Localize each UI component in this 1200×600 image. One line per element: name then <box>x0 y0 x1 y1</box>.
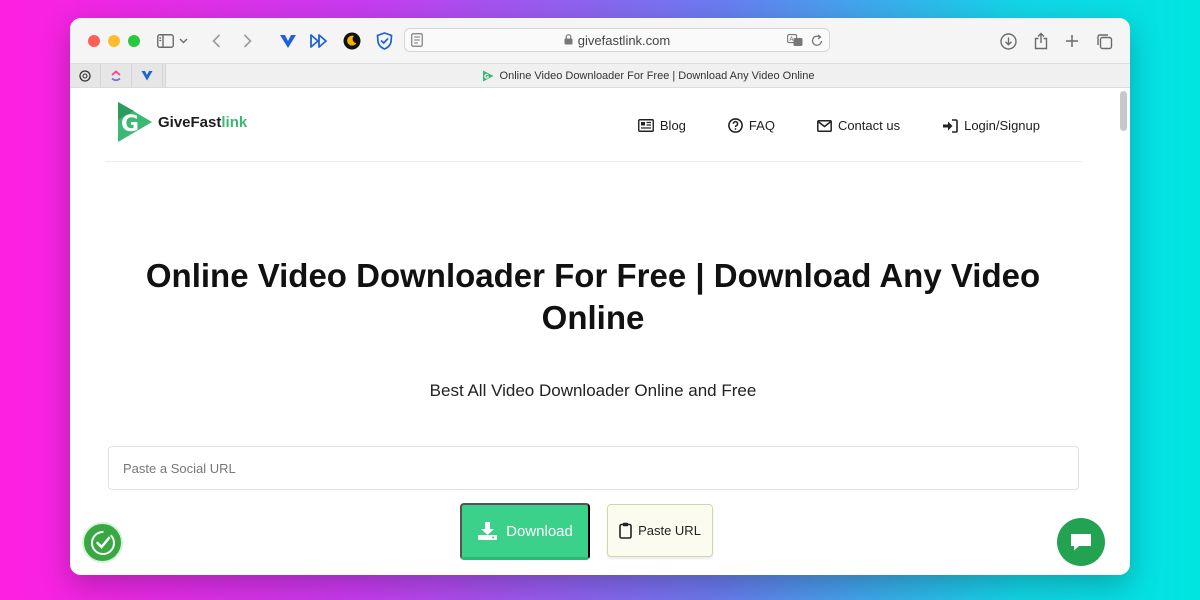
share-icon[interactable] <box>1030 30 1052 52</box>
download-icon <box>478 522 498 540</box>
zoom-window-button[interactable] <box>128 34 140 47</box>
nav-blog-label: Blog <box>659 118 686 133</box>
browser-toolbar: givefastlink.com A <box>70 18 1130 63</box>
chevron-down-icon[interactable] <box>176 30 190 52</box>
reader-icon[interactable] <box>411 33 423 50</box>
page-content: G GiveFastlink Blog FAQ Contact us Login… <box>70 88 1130 575</box>
dark-mode-extension-icon[interactable] <box>341 30 363 52</box>
shield-extension-icon[interactable] <box>373 30 395 52</box>
lock-icon <box>564 33 573 48</box>
site-favicon-icon: G <box>482 70 494 82</box>
page-subtitle: Best All Video Downloader Online and Fre… <box>429 381 757 400</box>
nav-faq[interactable]: FAQ <box>728 118 775 133</box>
logo-text-accent: link <box>221 113 248 131</box>
svg-text:G: G <box>121 112 139 137</box>
download-button-label: Download <box>506 522 573 540</box>
paste-url-button[interactable]: Paste URL <box>607 504 713 557</box>
browser-window: givefastlink.com A G Online Video Downlo… <box>70 18 1130 575</box>
paste-url-button-label: Paste URL <box>638 523 701 538</box>
reload-icon[interactable] <box>811 34 823 50</box>
pinned-tab-v[interactable] <box>132 64 163 87</box>
sidebar-icon[interactable] <box>154 30 176 52</box>
scrollbar[interactable] <box>1120 91 1127 131</box>
pinned-tab-openai[interactable] <box>70 64 101 87</box>
nav-contact[interactable]: Contact us <box>816 118 901 133</box>
logo-text: GiveFastlink <box>158 114 247 131</box>
new-tab-icon[interactable] <box>1061 30 1083 52</box>
download-button[interactable]: Download <box>460 503 590 560</box>
nav-login-signup-label: Login/Signup <box>964 118 1040 133</box>
check-badge-icon <box>90 530 115 555</box>
nav-login-signup[interactable]: Login/Signup <box>942 118 1040 133</box>
logo-text-main: GiveFast <box>158 113 222 131</box>
chat-widget-button[interactable] <box>1057 518 1105 566</box>
close-window-button[interactable] <box>88 34 100 47</box>
tab-title: Online Video Downloader For Free | Downl… <box>499 69 815 82</box>
newspaper-icon <box>637 119 654 132</box>
active-tab[interactable]: G Online Video Downloader For Free | Dow… <box>165 64 1130 87</box>
fast-forward-extension-icon[interactable] <box>308 30 330 52</box>
extension-v-icon[interactable] <box>277 30 299 52</box>
social-url-input[interactable] <box>108 446 1079 490</box>
tab-bar: G Online Video Downloader For Free | Dow… <box>70 63 1130 88</box>
extension-v-icon <box>141 71 153 81</box>
back-icon[interactable] <box>205 30 227 52</box>
sign-in-icon <box>943 118 958 133</box>
clipboard-icon <box>619 522 632 539</box>
site-logo[interactable]: G GiveFastlink <box>114 100 247 144</box>
pinned-tab-clickup[interactable] <box>101 64 132 87</box>
chat-icon <box>1071 534 1091 551</box>
accessibility-badge[interactable] <box>82 522 123 563</box>
nav-contact-label: Contact us <box>837 118 901 133</box>
forward-icon[interactable] <box>236 30 258 52</box>
minimize-window-button[interactable] <box>108 34 120 47</box>
page-title: Online Video Downloader For Free | Downl… <box>145 257 1041 336</box>
nav-blog[interactable]: Blog <box>637 118 686 133</box>
nav-faq-label: FAQ <box>748 118 775 133</box>
openai-icon <box>79 69 91 82</box>
envelope-icon <box>816 119 832 132</box>
svg-text:G: G <box>484 73 489 80</box>
url-text: givefastlink.com <box>577 32 671 48</box>
main-nav: Blog FAQ Contact us Login/Signup <box>637 118 1040 133</box>
clickup-icon <box>111 69 121 81</box>
question-circle-icon <box>728 118 743 133</box>
pinned-tabs <box>70 64 163 87</box>
address-bar[interactable]: givefastlink.com A <box>404 28 830 52</box>
translate-icon[interactable]: A <box>787 34 803 50</box>
header-divider <box>105 161 1082 162</box>
givefastlink-logo-icon: G <box>118 102 152 142</box>
downloads-icon[interactable] <box>997 30 1019 52</box>
traffic-lights <box>88 34 140 47</box>
tab-overview-icon[interactable] <box>1093 30 1115 52</box>
